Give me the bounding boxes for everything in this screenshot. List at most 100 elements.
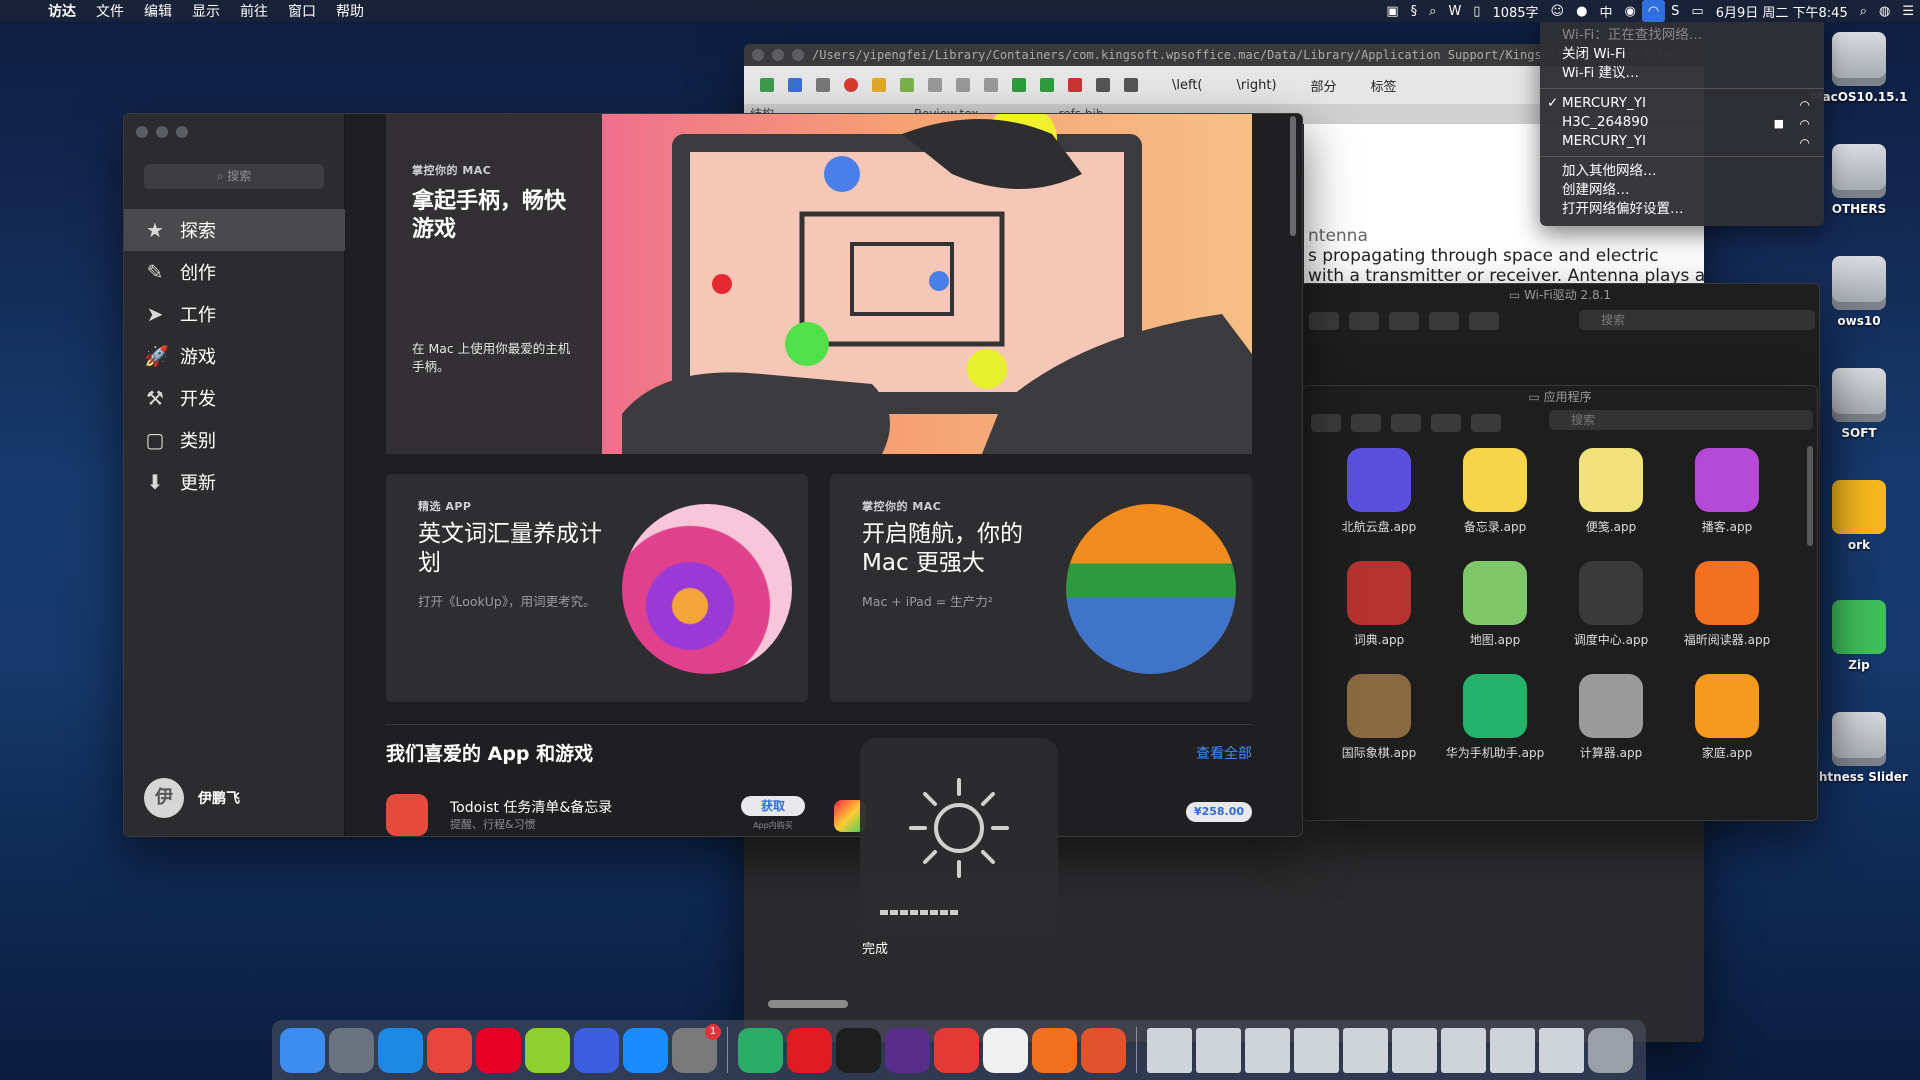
terminal-icon[interactable] xyxy=(836,1027,881,1073)
get-button[interactable]: 获取 xyxy=(741,796,805,816)
play-icon[interactable] xyxy=(1040,78,1054,92)
smiley-icon[interactable]: ☺ xyxy=(1545,0,1571,22)
network-item[interactable]: ✓ MERCURY_YI ◠ xyxy=(1540,94,1824,113)
user-account[interactable]: 伊 伊鹏飞 xyxy=(144,778,240,818)
wifi-suggestions-item[interactable]: Wi-Fi 建议… xyxy=(1540,64,1824,83)
print-icon[interactable] xyxy=(816,78,830,92)
doc-icon[interactable] xyxy=(1124,78,1138,92)
close-button[interactable] xyxy=(136,126,148,138)
screen-icon[interactable]: ▣ xyxy=(1380,0,1404,22)
minimized-window-thumbnail[interactable] xyxy=(1441,1027,1486,1073)
sidebar-item-1[interactable]: ✎ 创作 xyxy=(124,251,345,293)
desktop-disk[interactable]: ows10 xyxy=(1804,256,1914,328)
cut-icon[interactable] xyxy=(956,78,970,92)
netease-music-icon[interactable] xyxy=(476,1027,521,1073)
clock[interactable]: 6月9日 周二 下午8:45 xyxy=(1710,0,1854,22)
create-network-item[interactable]: 创建网络… xyxy=(1540,181,1824,200)
system-preferences-icon[interactable]: 1 xyxy=(672,1023,721,1073)
mic-icon[interactable]: ● xyxy=(1570,0,1593,22)
menu-file[interactable]: 文件 xyxy=(86,1,134,21)
sogou-icon[interactable]: S xyxy=(1665,0,1685,22)
part-dropdown[interactable]: 部分 xyxy=(1311,76,1337,95)
menu-finder[interactable]: 访达 xyxy=(38,1,86,21)
tex-icon[interactable] xyxy=(885,1027,930,1073)
wechat-icon[interactable] xyxy=(738,1027,783,1073)
app-item[interactable]: 计算器.app xyxy=(1553,674,1669,761)
finder-window-applications[interactable]: ▭ 应用程序 搜索 北航云盘.app 备忘录.app 便笺.app 播客.app 词典.… xyxy=(1302,385,1818,821)
app-item[interactable]: 词典.app xyxy=(1321,561,1437,648)
battery-icon[interactable]: ▭ xyxy=(1685,0,1709,22)
menu-help[interactable]: 帮助 xyxy=(326,1,374,21)
vertical-scrollbar[interactable] xyxy=(1807,446,1813,546)
story-card[interactable]: 精选 APP 英文词汇量养成计划 打开《LookUp》，用词更考究。 xyxy=(386,474,808,702)
sidebar-item-3[interactable]: 🚀 游戏 xyxy=(124,335,345,377)
network-item[interactable]: H3C_264890 ■ ◠ xyxy=(1540,113,1824,132)
desktop-disk[interactable]: SOFT xyxy=(1804,368,1914,440)
minimized-window-thumbnail[interactable] xyxy=(1245,1027,1290,1073)
paste-icon[interactable] xyxy=(984,78,998,92)
app-item[interactable]: 华为手机助手.app xyxy=(1437,674,1553,761)
search-lens-icon[interactable]: ⌕ xyxy=(1423,0,1442,22)
label-dropdown[interactable]: 标签 xyxy=(1371,76,1397,95)
mouse-icon[interactable]: ▯ xyxy=(1467,0,1486,22)
sidebar-item-2[interactable]: ➤ 工作 xyxy=(124,293,345,335)
redo-icon[interactable] xyxy=(900,78,914,92)
menu-edit[interactable]: 编辑 xyxy=(134,1,182,21)
copy-icon[interactable] xyxy=(928,78,942,92)
app-item[interactable]: 家庭.app xyxy=(1669,674,1785,761)
word-count[interactable]: 1085字 xyxy=(1486,0,1544,22)
wps-status-icon[interactable]: W xyxy=(1442,0,1467,22)
app-name[interactable]: Todoist 任务清单&备忘录 xyxy=(450,797,612,817)
todoist-icon[interactable] xyxy=(386,794,428,836)
foxit-icon[interactable] xyxy=(1032,1027,1077,1073)
app-store-window[interactable]: ⌕ 搜索 ★ 探索 ✎ 创作 ➤ 工作 🚀 游戏 ⚒ 开发 ▢ 类别 ⬇ 更新 伊 伊鹏飞 掌控你的 MA… xyxy=(123,113,1303,837)
view-toggle-icon[interactable] xyxy=(1311,414,1341,432)
search-input[interactable]: ⌕ 搜索 xyxy=(144,164,324,189)
close-button[interactable] xyxy=(752,49,764,61)
sidebar-item-0[interactable]: ★ 探索 xyxy=(124,209,345,251)
sidebar-item-5[interactable]: ▢ 类别 xyxy=(124,419,345,461)
menu-window[interactable]: 窗口 xyxy=(278,1,326,21)
view-grid-icon[interactable] xyxy=(1351,414,1381,432)
undo-icon[interactable] xyxy=(872,78,886,92)
search-input[interactable]: 搜索 xyxy=(1549,410,1813,430)
left-paren-dropdown[interactable]: \left( xyxy=(1172,78,1203,93)
network-item[interactable]: MERCURY_YI ◠ xyxy=(1540,132,1824,151)
app-item[interactable]: 调度中心.app xyxy=(1553,561,1669,648)
wps-icon[interactable] xyxy=(574,1027,619,1073)
record-icon[interactable] xyxy=(1068,78,1082,92)
launchpad-icon[interactable] xyxy=(329,1027,374,1073)
vertical-scrollbar[interactable] xyxy=(1290,116,1296,236)
safari-icon[interactable] xyxy=(378,1027,423,1073)
desktop-disk[interactable]: ghtness Slider xyxy=(1804,712,1914,784)
minimized-window-thumbnail[interactable] xyxy=(1147,1027,1192,1073)
wifi-icon[interactable]: ◠ xyxy=(1641,0,1666,22)
see-all-link[interactable]: 查看全部 xyxy=(1196,743,1252,763)
price-button[interactable]: ¥258.00 xyxy=(1186,802,1252,822)
minimized-window-thumbnail[interactable] xyxy=(1343,1027,1388,1073)
sidebar-item-6[interactable]: ⬇ 更新 xyxy=(124,461,345,503)
horizontal-scrollbar[interactable] xyxy=(768,1000,848,1008)
new-icon[interactable] xyxy=(760,78,774,92)
app-item[interactable]: 地图.app xyxy=(1437,561,1553,648)
search-input[interactable]: 搜索 xyxy=(1579,310,1815,330)
iqiyi-icon[interactable] xyxy=(525,1027,570,1073)
textedit-icon[interactable] xyxy=(983,1027,1028,1073)
sidebar-item-4[interactable]: ⚒ 开发 xyxy=(124,377,345,419)
minimized-window-thumbnail[interactable] xyxy=(1490,1027,1535,1073)
tag-icon[interactable] xyxy=(1471,414,1501,432)
app-item[interactable]: 福昕阅读器.app xyxy=(1669,561,1785,648)
view-grid-icon[interactable] xyxy=(1349,312,1379,330)
view-toggle-icon[interactable] xyxy=(1309,312,1339,330)
right-paren-dropdown[interactable]: \right) xyxy=(1237,78,1277,93)
s-icon[interactable]: § xyxy=(1405,0,1424,22)
minimized-window-thumbnail[interactable] xyxy=(1294,1027,1339,1073)
app-item[interactable]: 播客.app xyxy=(1669,448,1785,535)
desktop-archive[interactable]: Zip xyxy=(1804,600,1914,672)
pdf-expert-icon[interactable] xyxy=(934,1027,979,1073)
zoom-button[interactable] xyxy=(792,49,804,61)
trash-icon[interactable] xyxy=(1588,1027,1633,1073)
minimized-window-thumbnail[interactable] xyxy=(1196,1027,1241,1073)
app-item[interactable]: 备忘录.app xyxy=(1437,448,1553,535)
run-icon[interactable] xyxy=(1012,78,1026,92)
